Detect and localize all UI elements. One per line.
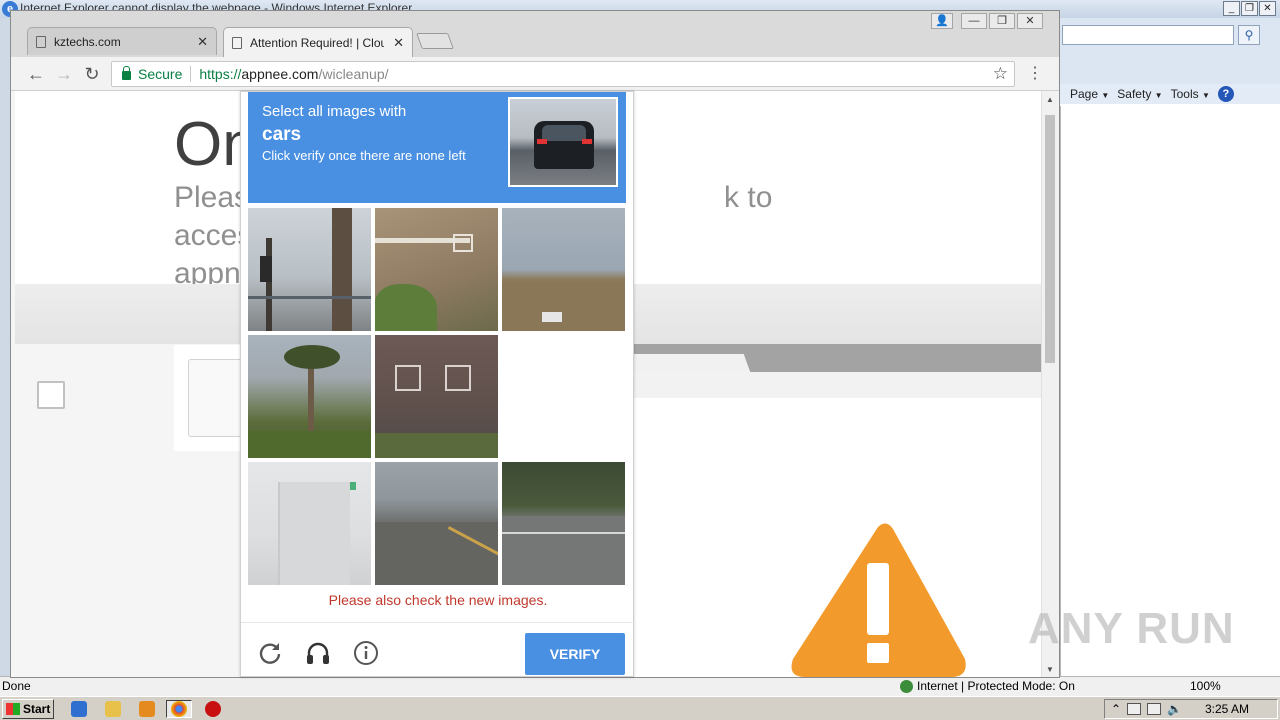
close-icon[interactable]: ✕ <box>393 35 404 51</box>
tab-title: kztechs.com <box>54 34 121 49</box>
tab-kztechs[interactable]: kztechs.com ✕ <box>27 27 217 55</box>
url-scheme: https:// <box>199 66 242 82</box>
taskbar-chrome-icon[interactable] <box>166 700 192 718</box>
taskbar-media-player-icon[interactable] <box>134 700 160 718</box>
image-tile[interactable] <box>375 335 498 458</box>
taskbar-folder-icon[interactable] <box>100 700 126 718</box>
menu-icon[interactable]: ⋮ <box>1027 64 1043 84</box>
ie-window-controls: _ ❐ ✕ <box>1223 1 1276 16</box>
address-bar[interactable]: Secure https:// appnee.com /wicleanup/ ☆ <box>111 61 1015 87</box>
ie-search-input[interactable] <box>1062 25 1234 45</box>
security-zone: Internet | Protected Mode: On <box>900 679 1075 693</box>
ie-frame-left <box>0 18 10 678</box>
challenge-instruction: Select all images with <box>262 103 407 120</box>
recaptcha-challenge: Select all images with cars Click verify… <box>240 91 635 678</box>
forward-icon[interactable]: → <box>53 63 75 85</box>
challenge-target: cars <box>262 124 302 145</box>
clock[interactable]: 3:25 AM <box>1205 702 1249 716</box>
verify-button[interactable]: VERIFY <box>525 633 625 675</box>
globe-icon <box>900 679 913 693</box>
close-window-button[interactable]: ✕ <box>1017 13 1043 29</box>
secure-label: Secure <box>138 66 183 82</box>
scroll-down-arrow-icon[interactable]: ▼ <box>1042 663 1058 677</box>
windows-flag-icon <box>6 703 20 715</box>
reload-icon[interactable] <box>257 640 283 666</box>
tab-attention-required[interactable]: Attention Required! | Cloudflare ✕ <box>223 27 413 57</box>
minimize-button[interactable]: — <box>961 13 987 29</box>
ie-statusbar: Done Internet | Protected Mode: On 100% <box>0 676 1280 696</box>
anyrun-watermark: ANY RUN <box>1028 604 1235 653</box>
lock-icon <box>122 66 131 80</box>
ie-menu-tools[interactable]: Tools ▼ <box>1171 87 1210 101</box>
challenge-footer: VERIFY <box>241 622 635 678</box>
new-tab-button[interactable] <box>416 33 454 49</box>
subtitle-left: Pleas <box>174 181 250 214</box>
chrome-window: kztechs.com ✕ Attention Required! | Clou… <box>10 10 1060 678</box>
ie-menu-page[interactable]: Page ▼ <box>1070 87 1109 101</box>
chrome-toolbar: ← → ↻ Secure https:// appnee.com /wiclea… <box>11 57 1059 91</box>
zoom-level[interactable]: 100% <box>1190 679 1221 693</box>
vertical-scrollbar[interactable]: ▲ ▼ <box>1041 91 1057 677</box>
recaptcha-checkbox[interactable] <box>37 381 65 409</box>
challenge-hint: Click verify once there are none left <box>262 148 466 163</box>
security-zone-label: Internet | Protected Mode: On <box>917 679 1075 693</box>
ie-content-area <box>1060 106 1280 676</box>
challenge-header: Select all images with cars Click verify… <box>248 92 626 203</box>
challenge-error-message: Please also check the new images. <box>328 592 548 608</box>
image-tile[interactable] <box>375 208 498 331</box>
ie-minimize-button[interactable]: _ <box>1223 1 1240 16</box>
ie-menu-safety[interactable]: Safety ▼ <box>1117 87 1162 101</box>
ie-command-bar: Page ▼ Safety ▼ Tools ▼ ? <box>1060 84 1280 104</box>
scroll-up-arrow-icon[interactable]: ▲ <box>1042 93 1058 107</box>
volume-icon[interactable]: 🔈 <box>1167 702 1182 716</box>
image-tile[interactable] <box>375 462 498 585</box>
image-tile[interactable] <box>248 335 371 458</box>
info-icon[interactable] <box>353 640 379 666</box>
browser-mockup-tab <box>623 354 751 374</box>
headphones-icon[interactable] <box>305 640 331 666</box>
warning-icon <box>791 523 966 677</box>
scrollbar-thumb[interactable] <box>1045 115 1055 363</box>
page-icon <box>232 36 242 49</box>
image-tile[interactable] <box>502 208 625 331</box>
chrome-window-controls: 👤 — ❐ ✕ <box>931 13 1043 29</box>
ie-search-icon[interactable]: ⚲ <box>1238 25 1260 45</box>
image-tile[interactable] <box>248 462 371 585</box>
browser-mockup-toolbar <box>631 372 1041 398</box>
taskbar-alert-icon[interactable] <box>200 700 226 718</box>
tray-expand-icon[interactable]: ⌃ <box>1111 702 1121 716</box>
image-tile-empty[interactable] <box>502 335 625 458</box>
taskbar-ie-icon[interactable] <box>66 700 92 718</box>
status-text: Done <box>2 679 31 693</box>
back-icon[interactable]: ← <box>25 63 47 85</box>
help-icon[interactable]: ? <box>1217 86 1234 102</box>
tab-strip: kztechs.com ✕ Attention Required! | Clou… <box>11 11 1059 57</box>
reload-icon[interactable]: ↻ <box>81 63 103 85</box>
start-button[interactable]: Start <box>2 699 54 719</box>
start-label: Start <box>23 702 51 716</box>
system-tray: ⌃ 🔈 3:25 AM <box>1104 699 1278 719</box>
sample-car-image <box>508 97 618 187</box>
recaptcha-inner <box>188 359 248 437</box>
url-host: appnee.com <box>241 66 319 82</box>
divider <box>190 66 192 82</box>
url-path: /wicleanup/ <box>318 66 389 82</box>
image-tile[interactable] <box>502 462 625 585</box>
bookmark-star-icon[interactable]: ☆ <box>993 64 1008 84</box>
network-icon[interactable] <box>1147 703 1162 715</box>
close-icon[interactable]: ✕ <box>197 34 208 50</box>
ie-close-button[interactable]: ✕ <box>1259 1 1276 16</box>
page-icon <box>36 35 46 48</box>
image-tile[interactable] <box>248 208 371 331</box>
tab-title: Attention Required! | Cloudflare <box>250 35 384 50</box>
profile-icon[interactable]: 👤 <box>931 13 953 29</box>
flag-icon[interactable] <box>1127 703 1142 715</box>
ie-restore-button[interactable]: ❐ <box>1241 1 1258 16</box>
taskbar: Start ⌃ 🔈 3:25 AM <box>0 696 1280 720</box>
restore-button[interactable]: ❐ <box>989 13 1015 29</box>
